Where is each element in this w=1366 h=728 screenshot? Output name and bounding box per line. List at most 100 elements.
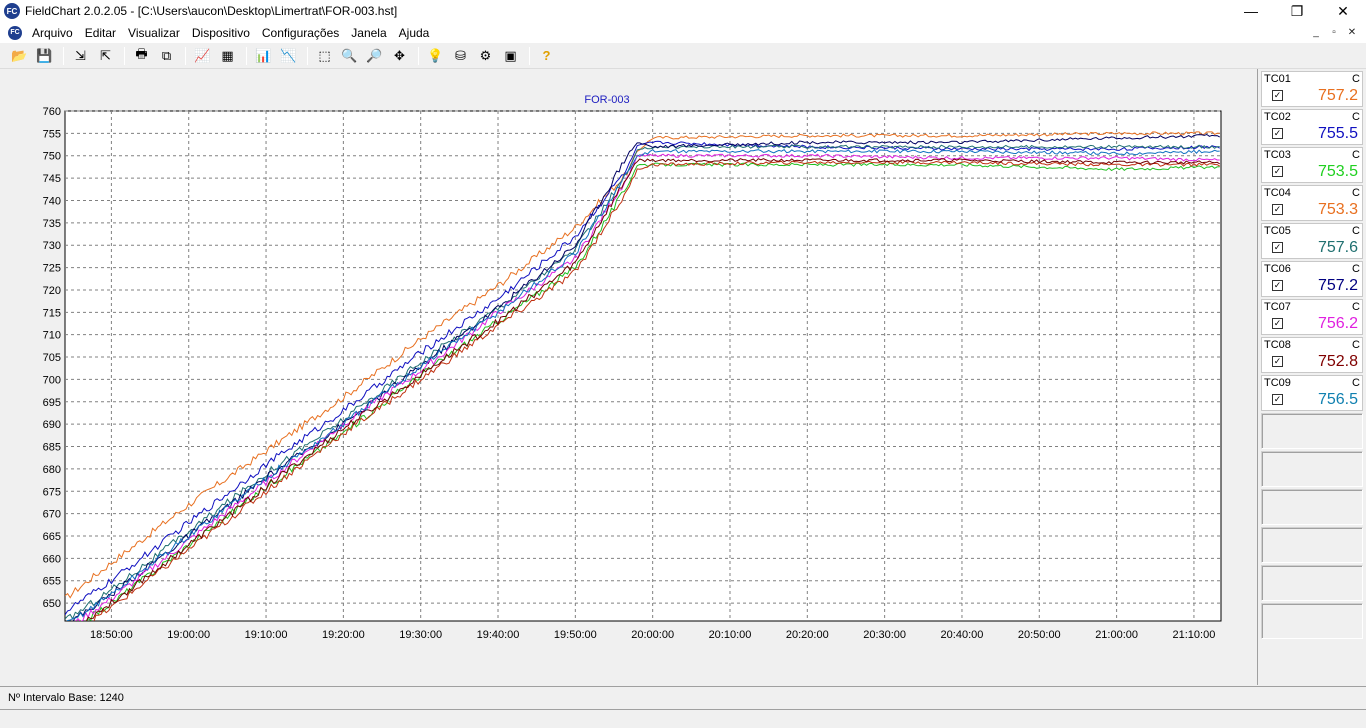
toolbar-separator xyxy=(185,46,186,65)
channel-visible-checkbox[interactable]: ✓ xyxy=(1272,166,1283,177)
print-icon[interactable]: 🖶 xyxy=(130,45,153,67)
chart-config-icon[interactable]: 📊 xyxy=(252,45,275,67)
x-tick-label: 19:40:00 xyxy=(477,629,520,641)
close-button[interactable]: ✕ xyxy=(1320,0,1366,22)
channel-visible-checkbox[interactable]: ✓ xyxy=(1272,280,1283,291)
channel-value: 756.2 xyxy=(1317,315,1358,332)
chart-view-icon[interactable]: 📈 xyxy=(191,45,214,67)
channel-visible-checkbox[interactable]: ✓ xyxy=(1272,318,1283,329)
menu-arquivo[interactable]: Arquivo xyxy=(26,26,79,40)
menu-editar[interactable]: Editar xyxy=(79,26,122,40)
y-tick-label: 720 xyxy=(43,285,61,297)
y-tick-label: 760 xyxy=(43,106,61,118)
zoom-out-icon[interactable]: 🔎 xyxy=(363,45,386,67)
table-view-icon[interactable]: ▦ xyxy=(216,45,239,67)
network-icon[interactable]: ⚙ xyxy=(474,45,497,67)
x-tick-label: 19:00:00 xyxy=(167,629,210,641)
export-icon[interactable]: ⇱ xyxy=(94,45,117,67)
lightbulb-icon[interactable]: 💡 xyxy=(424,45,447,67)
channel-slot-empty xyxy=(1261,603,1363,639)
channel-value: 756.5 xyxy=(1317,391,1358,408)
channel-unit: C xyxy=(1352,301,1360,313)
toolbar-separator xyxy=(124,46,125,65)
channel-tc01[interactable]: TC01 C ✓ 757.2 xyxy=(1261,71,1363,107)
open-folder-icon[interactable]: 📂 xyxy=(8,45,31,67)
y-tick-label: 730 xyxy=(43,240,61,252)
x-tick-label: 21:00:00 xyxy=(1095,629,1138,641)
menu-ajuda[interactable]: Ajuda xyxy=(393,26,436,40)
pan-icon[interactable]: ✥ xyxy=(388,45,411,67)
channel-panel: TC01 C ✓ 757.2 TC02 C ✓ 755.5 TC03 C ✓ 753.5 TC04 C ✓ 7… xyxy=(1257,69,1366,685)
channel-tc02[interactable]: TC02 C ✓ 755.5 xyxy=(1261,109,1363,145)
menu-janela[interactable]: Janela xyxy=(345,26,392,40)
y-tick-label: 735 xyxy=(43,218,61,230)
device-icon[interactable]: ⛁ xyxy=(449,45,472,67)
toolbar-separator xyxy=(307,46,308,65)
bottom-bar xyxy=(0,710,1366,728)
mdi-restore-button[interactable]: ▫ xyxy=(1326,25,1342,39)
channel-name: TC09 xyxy=(1264,377,1291,389)
y-tick-label: 695 xyxy=(43,397,61,409)
channel-tc05[interactable]: TC05 C ✓ 757.6 xyxy=(1261,223,1363,259)
x-tick-label: 20:30:00 xyxy=(863,629,906,641)
temperature-chart[interactable]: FOR-003 650 655 660 665 670 675 680 685 690 695 700… xyxy=(0,69,1257,685)
channel-visible-checkbox[interactable]: ✓ xyxy=(1272,128,1283,139)
import-icon[interactable]: ⇲ xyxy=(69,45,92,67)
toolbar: 📂 💾 ⇲ ⇱ 🖶 ⧉ 📈 ▦ 📊 📉 ⬚ 🔍 🔎 ✥ 💡 ⛁ ⚙ ▣? xyxy=(0,43,1366,69)
x-tick-label: 21:10:00 xyxy=(1173,629,1216,641)
channel-tc06[interactable]: TC06 C ✓ 757.2 xyxy=(1261,261,1363,297)
mdi-minimize-button[interactable]: _ xyxy=(1308,25,1324,39)
save-icon[interactable]: 💾 xyxy=(33,45,56,67)
channel-slot-empty xyxy=(1261,489,1363,525)
base-interval-status: Nº Intervalo Base: 1240 xyxy=(8,692,124,704)
channel-name: TC05 xyxy=(1264,225,1291,237)
channel-visible-checkbox[interactable]: ✓ xyxy=(1272,356,1283,367)
channel-visible-checkbox[interactable]: ✓ xyxy=(1272,242,1283,253)
menu-configuracoes[interactable]: Configurações xyxy=(256,26,345,40)
copy-icon[interactable]: ⧉ xyxy=(155,45,178,67)
y-tick-label: 705 xyxy=(43,352,61,364)
y-tick-label: 680 xyxy=(43,464,61,476)
help-icon[interactable]: ? xyxy=(535,45,558,67)
channel-name: TC04 xyxy=(1264,187,1291,199)
monitor-icon[interactable]: ▣ xyxy=(499,45,522,67)
y-tick-label: 700 xyxy=(43,374,61,386)
y-tick-label: 670 xyxy=(43,509,61,521)
y-tick-label: 685 xyxy=(43,442,61,454)
x-tick-label: 19:30:00 xyxy=(399,629,442,641)
y-tick-label: 690 xyxy=(43,419,61,431)
minimize-button[interactable]: — xyxy=(1228,0,1274,22)
mdi-close-button[interactable]: ✕ xyxy=(1344,25,1360,39)
channel-visible-checkbox[interactable]: ✓ xyxy=(1272,204,1283,215)
x-tick-label: 19:20:00 xyxy=(322,629,365,641)
channel-tc08[interactable]: TC08 C ✓ 752.8 xyxy=(1261,337,1363,373)
chart-compare-icon[interactable]: 📉 xyxy=(277,45,300,67)
document-system-menu-icon[interactable]: FC xyxy=(8,25,22,40)
channel-visible-checkbox[interactable]: ✓ xyxy=(1272,394,1283,405)
chart-panel: FOR-003 650 655 660 665 670 675 680 685 690 695 700… xyxy=(0,69,1257,685)
y-tick-label: 755 xyxy=(43,128,61,140)
zoom-area-icon[interactable]: ⬚ xyxy=(313,45,336,67)
channel-value: 757.2 xyxy=(1317,87,1358,104)
zoom-in-icon[interactable]: 🔍 xyxy=(338,45,361,67)
channel-tc09[interactable]: TC09 C ✓ 756.5 xyxy=(1261,375,1363,411)
channel-value: 755.5 xyxy=(1317,125,1358,142)
channel-unit: C xyxy=(1352,187,1360,199)
y-tick-label: 655 xyxy=(43,576,61,588)
toolbar-separator xyxy=(246,46,247,65)
toolbar-separator xyxy=(63,46,64,65)
toolbar-separator xyxy=(529,46,530,65)
channel-tc03[interactable]: TC03 C ✓ 753.5 xyxy=(1261,147,1363,183)
channel-unit: C xyxy=(1352,149,1360,161)
channel-slot-empty xyxy=(1261,413,1363,449)
maximize-button[interactable]: ❐ xyxy=(1274,0,1320,22)
menu-visualizar[interactable]: Visualizar xyxy=(122,26,186,40)
channel-tc04[interactable]: TC04 C ✓ 753.3 xyxy=(1261,185,1363,221)
channel-visible-checkbox[interactable]: ✓ xyxy=(1272,90,1283,101)
menu-dispositivo[interactable]: Dispositivo xyxy=(186,26,256,40)
window-title: FieldChart 2.0.2.05 - [C:\Users\aucon\De… xyxy=(25,4,398,18)
channel-unit: C xyxy=(1352,339,1360,351)
y-tick-label: 740 xyxy=(43,195,61,207)
fc-logo-icon: FC xyxy=(4,3,20,19)
channel-tc07[interactable]: TC07 C ✓ 756.2 xyxy=(1261,299,1363,335)
